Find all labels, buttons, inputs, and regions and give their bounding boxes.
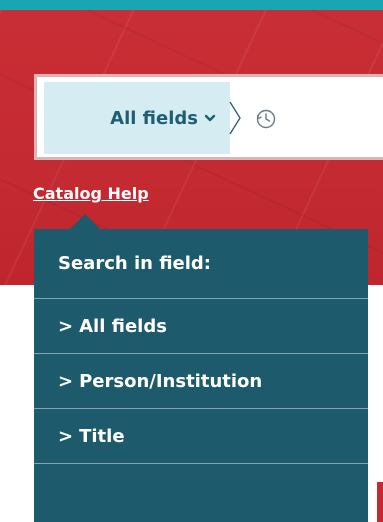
dropdown-item-person-institution[interactable]: > Person/Institution <box>34 354 368 409</box>
field-separator-arrow <box>229 101 241 135</box>
search-field-label: All fields <box>110 107 198 129</box>
dropdown-item-all-fields[interactable]: > All fields <box>34 299 368 354</box>
catalog-help-link[interactable]: Catalog Help <box>33 184 149 203</box>
dropdown-item-label: Title <box>79 425 125 447</box>
dropdown-item-label: All fields <box>79 315 167 337</box>
item-arrow: > <box>58 370 74 392</box>
chevron-down-icon <box>204 114 216 122</box>
dropdown-item-label: Person/Institution <box>79 370 263 392</box>
search-field-select[interactable]: All fields <box>44 82 230 154</box>
dropdown-item-title[interactable]: > Title <box>34 409 368 464</box>
dropdown-header: Search in field: <box>34 229 368 299</box>
top-accent-bar <box>0 0 383 10</box>
search-field-dropdown: Search in field: > All fields > Person/I… <box>34 229 368 522</box>
background-red-accent <box>377 482 383 522</box>
history-clock-icon[interactable] <box>255 108 277 130</box>
dropdown-caret <box>70 214 100 229</box>
item-arrow: > <box>58 315 74 337</box>
item-arrow: > <box>58 425 74 447</box>
